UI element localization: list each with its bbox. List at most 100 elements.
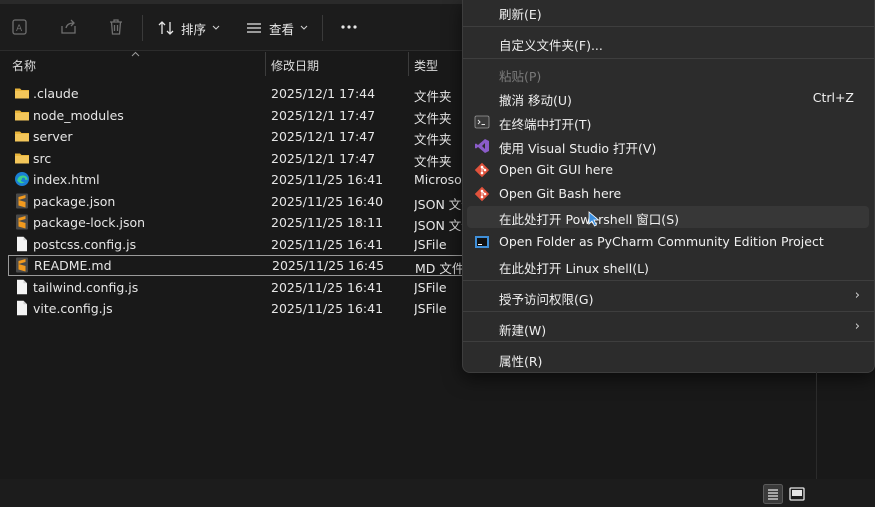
menu-item-undo-move[interactable]: 撤消 移动(U) Ctrl+Z	[463, 87, 874, 109]
share-icon[interactable]	[59, 17, 79, 37]
file-modified-date: 2025/12/1 17:47	[271, 129, 376, 144]
file-modified-date: 2025/12/1 17:44	[271, 86, 376, 101]
menu-item-properties[interactable]: 属性(R)	[463, 348, 874, 370]
file-modified-date: 2025/11/25 16:41	[271, 301, 384, 316]
file-name: package-lock.json	[33, 215, 146, 230]
menu-item-label: Open Folder as PyCharm Community Edition…	[499, 234, 824, 249]
file-row[interactable]: vite.config.js 2025/11/25 16:41 JSFile	[8, 298, 464, 319]
file-type: 文件夹	[414, 153, 452, 169]
more-icon[interactable]	[338, 17, 360, 37]
blank-file-icon	[14, 279, 30, 295]
folder-icon	[14, 85, 30, 101]
sublime-file-icon	[14, 193, 30, 209]
sort-icon	[158, 21, 174, 35]
chevron-right-icon: ›	[854, 319, 860, 334]
menu-separator	[463, 58, 874, 59]
menu-separator	[463, 280, 874, 281]
menu-item-linux-shell[interactable]: 在此处打开 Linux shell(L)	[463, 255, 874, 277]
sort-button[interactable]: 排序	[157, 15, 220, 41]
column-type[interactable]: 类型	[414, 57, 438, 74]
git-icon	[474, 162, 490, 178]
file-modified-date: 2025/11/25 16:45	[272, 258, 385, 273]
menu-item-pycharm[interactable]: Open Folder as PyCharm Community Edition…	[463, 231, 874, 253]
file-row[interactable]: package-lock.json 2025/11/25 18:11 JSON 文件	[8, 212, 464, 233]
file-type: JSFile	[414, 236, 447, 252]
file-row[interactable]: index.html 2025/11/25 16:41 Microso	[8, 169, 464, 190]
menu-item-give-access[interactable]: 授予访问权限(G) ›	[463, 286, 874, 308]
menu-separator	[463, 341, 874, 342]
toolbar-divider	[142, 15, 143, 41]
file-row[interactable]: .claude 2025/12/1 17:44 文件夹	[8, 83, 464, 104]
file-modified-date: 2025/11/25 16:41	[271, 172, 384, 187]
menu-item-git-gui[interactable]: Open Git GUI here	[463, 159, 874, 181]
folder-icon	[14, 128, 30, 144]
menu-item-refresh[interactable]: 刷新(E)	[463, 1, 874, 23]
sort-ascending-icon	[131, 51, 140, 57]
file-row[interactable]: package.json 2025/11/25 16:40 JSON 文件	[8, 191, 464, 212]
file-type: JSFile	[414, 301, 447, 316]
blank-file-icon	[14, 236, 30, 252]
file-name: .claude	[33, 86, 79, 101]
view-label: 查看	[269, 21, 295, 37]
file-row[interactable]: server 2025/12/1 17:47 文件夹	[8, 126, 464, 147]
file-row[interactable]: postcss.config.js 2025/11/25 16:41 JSFile	[8, 234, 464, 255]
menu-item-customize-folder[interactable]: 自定义文件夹(F)...	[463, 32, 874, 54]
git-icon	[474, 186, 490, 202]
file-name: server	[33, 129, 73, 144]
menu-item-label: 刷新(E)	[499, 7, 542, 22]
file-row[interactable]: README.md 2025/11/25 16:45 MD 文件	[8, 255, 464, 276]
file-name: tailwind.config.js	[33, 279, 139, 295]
mouse-cursor-icon	[588, 211, 600, 227]
svg-text:A: A	[16, 24, 23, 34]
menu-item-open-terminal[interactable]: 在终端中打开(T)	[463, 111, 874, 133]
menu-separator	[463, 311, 874, 312]
menu-item-label: 撤消 移动(U)	[499, 93, 572, 108]
file-modified-date: 2025/11/25 16:41	[271, 236, 384, 252]
menu-item-paste: 粘贴(P)	[463, 63, 874, 85]
file-modified-date: 2025/12/1 17:47	[271, 107, 376, 123]
visual-studio-icon	[475, 139, 489, 153]
column-resize-handle[interactable]	[408, 52, 409, 76]
edge-html-icon	[14, 171, 30, 187]
menu-item-open-visual-studio[interactable]: 使用 Visual Studio 打开(V)	[463, 135, 874, 157]
rename-icon[interactable]: A	[11, 17, 31, 37]
menu-item-label: 授予访问权限(G)	[499, 292, 594, 307]
toolbar-divider	[322, 15, 323, 41]
column-name[interactable]: 名称	[12, 57, 36, 74]
menu-item-label: 自定义文件夹(F)...	[499, 38, 603, 53]
menu-item-label: Open Git GUI here	[499, 162, 614, 177]
menu-item-label: Open Git Bash here	[499, 186, 622, 201]
folder-icon	[14, 150, 30, 166]
menu-item-label: 在此处打开 Linux shell(L)	[499, 261, 649, 276]
view-button[interactable]: 查看	[245, 15, 308, 41]
details-view-icon[interactable]	[763, 484, 783, 504]
file-name: node_modules	[33, 107, 124, 123]
menu-item-label: 使用 Visual Studio 打开(V)	[499, 141, 657, 156]
file-modified-date: 2025/11/25 16:40	[271, 193, 384, 209]
file-modified-date: 2025/12/1 17:47	[271, 150, 376, 166]
delete-icon[interactable]	[106, 17, 126, 37]
menu-separator	[463, 26, 874, 27]
file-type: JSFile	[414, 279, 447, 295]
file-name: src	[33, 150, 52, 166]
file-modified-date: 2025/11/25 16:41	[271, 279, 384, 295]
shortcut-label: Ctrl+Z	[812, 90, 854, 105]
file-name: index.html	[33, 172, 100, 187]
scrollbar-track[interactable]	[816, 372, 817, 479]
file-type: 文件夹	[414, 132, 452, 147]
pycharm-icon	[475, 236, 489, 248]
column-modified[interactable]: 修改日期	[271, 57, 319, 74]
file-row[interactable]: node_modules 2025/12/1 17:47 文件夹	[8, 105, 464, 126]
menu-item-label: 粘贴(P)	[499, 69, 542, 84]
file-type: JSON 文件	[414, 218, 464, 233]
thumbnail-view-icon[interactable]	[787, 484, 807, 504]
status-bar	[0, 479, 875, 507]
context-menu: 刷新(E) 自定义文件夹(F)... 粘贴(P) 撤消 移动(U) Ctrl+Z…	[462, 0, 875, 373]
file-row[interactable]: src 2025/12/1 17:47 文件夹	[8, 148, 464, 169]
menu-item-new[interactable]: 新建(W) ›	[463, 317, 874, 339]
menu-item-git-bash[interactable]: Open Git Bash here	[463, 183, 874, 205]
column-resize-handle[interactable]	[265, 52, 266, 76]
file-row[interactable]: tailwind.config.js 2025/11/25 16:41 JSFile	[8, 277, 464, 298]
menu-item-open-powershell[interactable]: 在此处打开 Powershell 窗口(S)	[467, 206, 869, 228]
view-icon	[247, 23, 261, 33]
